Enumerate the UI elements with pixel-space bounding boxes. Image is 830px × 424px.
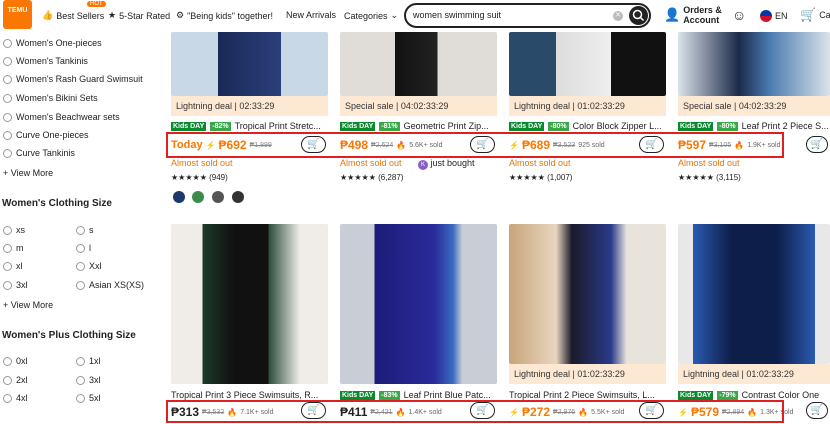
nav-label: Best Sellers: [56, 10, 105, 21]
filter-option[interactable]: Curve One-pieces: [3, 130, 89, 140]
deal-badge: Lightning deal | 01:02:33:29: [509, 364, 666, 384]
product-image[interactable]: [340, 32, 497, 96]
product-title[interactable]: Kids DAY -82% Tropical Print Stretc...: [171, 119, 328, 133]
size-option[interactable]: m: [3, 243, 24, 253]
lang-label: EN: [775, 11, 788, 21]
size-option[interactable]: s: [76, 225, 94, 235]
product-image[interactable]: [340, 224, 497, 384]
filter-option[interactable]: Women's One-pieces: [3, 38, 102, 48]
orders-account[interactable]: 👤 Orders & Account: [664, 5, 722, 25]
gear-icon: ⚙: [176, 10, 185, 20]
plus-size-option[interactable]: 0xl: [3, 356, 28, 366]
filter-option[interactable]: Women's Beachwear sets: [3, 112, 120, 122]
color-swatch[interactable]: [192, 191, 204, 203]
product-title[interactable]: Kids DAY -80% Color Block Zipper L...: [509, 119, 666, 133]
just-bought: K just bought: [418, 158, 475, 170]
nav-label: 5-Star Rated: [119, 10, 171, 21]
rating: ★★★★★ (1,007): [509, 173, 573, 182]
product-image[interactable]: [678, 32, 830, 96]
filter-option[interactable]: Women's Rash Guard Swimsuit: [3, 74, 143, 84]
clear-icon[interactable]: ✕: [613, 11, 623, 21]
add-to-cart-button[interactable]: 🛒: [806, 136, 828, 153]
language-selector[interactable]: EN: [760, 10, 788, 22]
plus-size-option[interactable]: 3xl: [76, 375, 101, 385]
plus-size-option[interactable]: 1xl: [76, 356, 101, 366]
nav-label: "Being kids" together!: [187, 10, 274, 21]
flag-icon: [760, 10, 772, 22]
rating: ★★★★★ (949): [171, 173, 228, 182]
search-icon: [632, 9, 645, 22]
temu-logo[interactable]: TEMU: [3, 0, 32, 29]
search-input[interactable]: women swimming suit: [413, 10, 501, 20]
view-more-link[interactable]: + View More: [3, 300, 53, 310]
logo-text: TEMU: [7, 7, 28, 14]
color-swatch[interactable]: [212, 191, 224, 203]
deal-badge: Lightning deal | 02:33:29: [171, 96, 328, 116]
hot-badge: HOT: [87, 1, 106, 7]
nav-label: New Arrivals: [286, 10, 337, 20]
highlight-box: [166, 400, 784, 423]
size-option[interactable]: 3xl: [3, 280, 28, 290]
user-icon: 👤: [664, 7, 681, 22]
product-title[interactable]: Kids DAY -80% Leaf Print 2 Piece S...: [678, 119, 830, 133]
size-option[interactable]: xs: [3, 225, 25, 235]
product-image[interactable]: [509, 32, 666, 96]
rating: ★★★★★ (6,287): [340, 173, 404, 182]
cart-label: Ca: [819, 10, 830, 20]
support-icon[interactable]: ☺: [732, 7, 746, 23]
size-option[interactable]: l: [76, 243, 91, 253]
color-swatch[interactable]: [173, 191, 185, 203]
almost-sold-out: Almost sold out: [678, 158, 740, 168]
size-option[interactable]: xl: [3, 261, 23, 271]
nav-label: Categories: [344, 10, 388, 21]
rating: ★★★★★ (3,115): [678, 173, 741, 182]
nav-new-arrivals[interactable]: New Arrivals: [286, 10, 336, 20]
product-image[interactable]: [171, 32, 328, 96]
product-image[interactable]: [678, 224, 830, 364]
nav-being-kids[interactable]: ⚙ "Being kids" together!: [176, 10, 273, 21]
filter-sidebar: Women's One-pieces Women's Tankinis Wome…: [0, 32, 160, 424]
cart-icon: 🛒: [800, 7, 817, 22]
cart-link[interactable]: 🛒 Ca: [800, 7, 830, 23]
nav-best-sellers[interactable]: 👍 Best Sellers: [42, 10, 104, 21]
almost-sold-out: Almost sold out: [509, 158, 571, 168]
filter-option[interactable]: Curve Tankinis: [3, 148, 75, 158]
plus-size-option[interactable]: 2xl: [3, 375, 28, 385]
color-swatch[interactable]: [232, 191, 244, 203]
nav-five-star[interactable]: ★ 5-Star Rated: [108, 10, 170, 21]
orders-label: Orders &: [683, 5, 722, 15]
filter-option[interactable]: Women's Tankinis: [3, 56, 88, 66]
top-header: TEMU 👍 Best Sellers HOT ★ 5-Star Rated ⚙ "B…: [0, 0, 830, 32]
almost-sold-out: Almost sold out: [340, 158, 402, 168]
view-more-link[interactable]: + View More: [3, 168, 53, 178]
size-option[interactable]: Xxl: [76, 261, 102, 271]
product-image[interactable]: [171, 224, 328, 384]
almost-sold-out: Almost sold out: [171, 158, 233, 168]
plus-size-title: Women's Plus Clothing Size: [2, 330, 136, 341]
add-to-cart-button[interactable]: 🛒: [806, 402, 828, 419]
nav-categories[interactable]: Categories ⌄: [344, 10, 398, 21]
star-icon: ★: [108, 10, 117, 20]
plus-size-option[interactable]: 4xl: [3, 393, 28, 403]
deal-badge: Lightning deal | 01:02:33:29: [509, 96, 666, 116]
chevron-down-icon: ⌄: [390, 10, 399, 20]
product-image[interactable]: [509, 224, 666, 364]
deal-badge: Special sale | 04:02:33:29: [340, 96, 497, 116]
search-button[interactable]: [629, 6, 648, 25]
plus-size-option[interactable]: 5xl: [76, 393, 101, 403]
deal-badge: Lightning deal | 01:02:33:29: [678, 364, 830, 384]
deal-badge: Special sale | 04:02:33:29: [678, 96, 830, 116]
thumb-up-icon: 👍: [42, 10, 54, 20]
size-option[interactable]: Asian XS(XS): [76, 280, 144, 290]
product-title[interactable]: Kids DAY -81% Geometric Print Zip...: [340, 119, 497, 133]
clothing-size-title: Women's Clothing Size: [2, 198, 112, 209]
filter-option[interactable]: Women's Bikini Sets: [3, 93, 98, 103]
highlight-box: [166, 132, 784, 158]
search-bar[interactable]: women swimming suit ✕: [404, 3, 651, 28]
account-label: Account: [683, 15, 720, 25]
